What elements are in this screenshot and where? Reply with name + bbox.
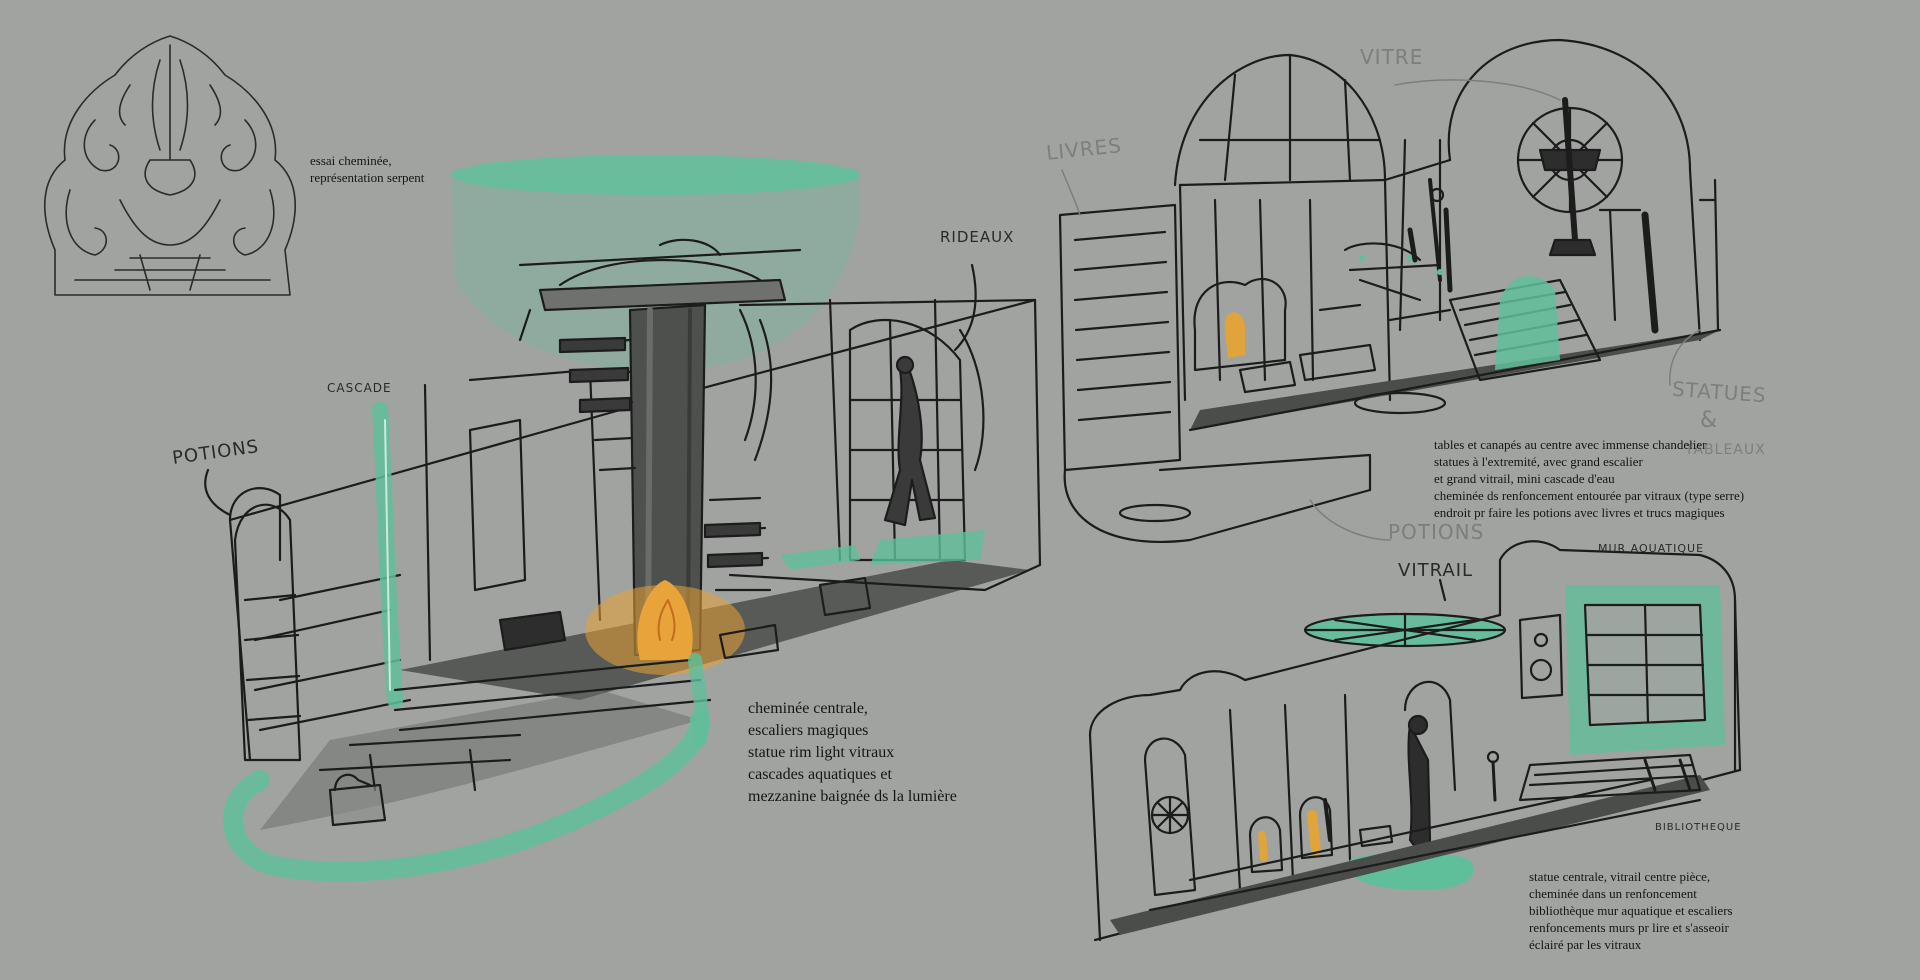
- note-lower-right-room: statue centrale, vitrail centre pièce, c…: [1529, 869, 1733, 952]
- label-ampersand: &: [1700, 408, 1719, 433]
- label-bibliotheque: BIBLIOTHEQUE: [1655, 822, 1742, 833]
- label-cascade: CASCADE: [327, 381, 392, 395]
- label-vitrail: VITRAIL: [1398, 560, 1474, 581]
- label-potions-right: POTIONS: [1388, 520, 1485, 544]
- label-rideaux: RIDEAUX: [940, 228, 1015, 246]
- note-fireplace: essai cheminée, représentation serpent: [310, 153, 425, 185]
- note-upper-right-room: tables et canapés au centre avec immense…: [1434, 437, 1745, 520]
- label-vitre: VITRE: [1360, 45, 1424, 69]
- note-central-hall: cheminée centrale, escaliers magiques st…: [748, 700, 957, 805]
- fireplace-serpent-sketch: [43, 35, 297, 296]
- label-mur-aquatique: MUR AQUATIQUE: [1598, 542, 1705, 555]
